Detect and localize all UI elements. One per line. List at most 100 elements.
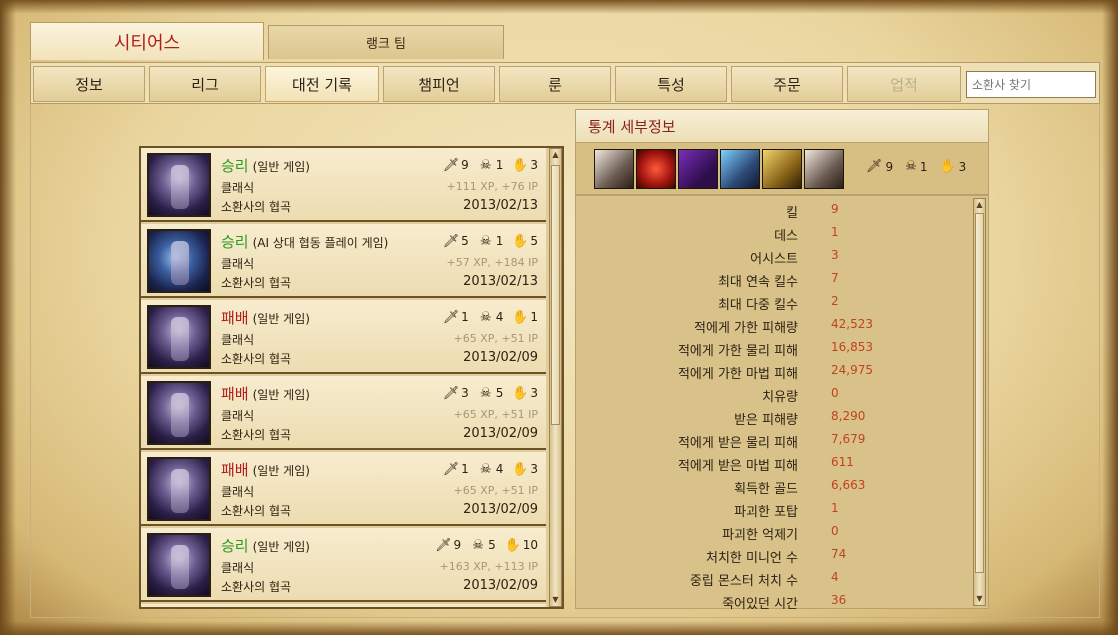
stat-row: 죽어있던 시간 36 (722, 593, 847, 612)
skull-icon: ☠ (479, 309, 492, 325)
match-card-partial[interactable] (141, 604, 546, 607)
nav-spells-button[interactable]: 주문 (731, 66, 843, 102)
champion-portrait (147, 457, 211, 521)
game-type: (일반 게임) (252, 160, 310, 174)
match-card[interactable]: 승리 (AI 상대 협동 플레이 게임) 클래식 소환사의 협곡 🗡 5 ☠ 1 ✋ 5… (141, 224, 546, 298)
game-mode: 클래식 (221, 409, 255, 423)
stat-row: 킬9 (786, 202, 839, 221)
tab-ranked-team[interactable]: 랭크 팀 (268, 25, 504, 59)
stat-row: 획득한 골드 6,663 (734, 478, 866, 497)
hand-icon: ✋ (939, 159, 956, 174)
stat-row: 파괴한 포탑 1 (734, 501, 839, 520)
scroll-thumb[interactable] (551, 165, 560, 425)
skull-icon: ☠ (479, 157, 492, 173)
match-date: 2013/02/09 (463, 426, 538, 441)
map-name: 소환사의 협곡 (221, 504, 292, 518)
item-potion-icon (636, 149, 676, 189)
skull-icon: ☠ (479, 385, 492, 401)
map-name: 소환사의 협곡 (221, 428, 292, 442)
game-mode: 클래식 (221, 561, 255, 575)
rewards: +65 XP, +51 IP (453, 332, 538, 345)
kda: 🗡 9 ☠ 1 ✋ 3 (442, 157, 538, 173)
frame-edge-bottom (0, 621, 1118, 635)
skull-icon: ☠ (905, 159, 917, 174)
frame-edge-right (1102, 0, 1118, 635)
kda: 🗡 1 ☠ 4 ✋ 1 (442, 309, 538, 325)
kda: 🗡 1 ☠ 4 ✋ 3 (442, 461, 538, 477)
sword-icon: 🗡 (866, 159, 883, 174)
hand-icon: ✋ (512, 157, 529, 173)
stat-row: 최대 다중 킬수 2 (717, 294, 839, 313)
skull-icon: ☠ (479, 233, 492, 249)
nav-info-button[interactable]: 정보 (33, 66, 145, 102)
stat-row: 적에게 받은 마법 피해 611 (677, 455, 854, 474)
match-card[interactable]: 승리 (일반 게임) 클래식 소환사의 협곡 🗡 9 ☠ 1 ✋ 3 +111 XP, … (141, 148, 546, 222)
frame-edge-top (0, 0, 1118, 14)
stats-panel-title: 통계 세부정보 (575, 109, 989, 143)
sword-icon: 🗡 (442, 157, 460, 173)
match-date: 2013/02/09 (463, 502, 538, 517)
stat-row: 적에게 가한 피해량 42,523 (694, 317, 873, 336)
match-card[interactable]: 패배 (일반 게임) 클래식 소환사의 협곡 🗡 3 ☠ 5 ✋ 3 +65 XP, +… (141, 376, 546, 450)
nav-runes-button[interactable]: 룬 (499, 66, 611, 102)
nav-achievements-button[interactable]: 업적 (847, 66, 961, 102)
scroll-up-icon[interactable]: ▲ (550, 149, 561, 161)
scroll-down-icon[interactable]: ▼ (550, 594, 561, 606)
scroll-up-icon[interactable]: ▲ (974, 199, 985, 211)
game-type: (일반 게임) (252, 464, 310, 478)
match-result: 승리 (AI 상대 협동 플레이 게임) (221, 233, 389, 251)
rewards: +111 XP, +76 IP (446, 180, 538, 193)
stats-kda: 🗡 9 ☠ 1 ✋ 3 (866, 159, 967, 174)
match-result: 패배 (일반 게임) (221, 461, 310, 479)
match-card[interactable]: 승리 (일반 게임) 클래식 소환사의 협곡 🗡 9 ☠ 5 ✋ 10 +163 XP,… (141, 528, 546, 602)
match-result: 승리 (일반 게임) (221, 537, 310, 555)
hand-icon: ✋ (512, 309, 529, 325)
match-date: 2013/02/09 (463, 578, 538, 593)
stat-row: 적에게 받은 물리 피해 7,679 (677, 432, 866, 451)
match-card[interactable]: 패배 (일반 게임) 클래식 소환사의 협곡 🗡 1 ☠ 4 ✋ 1 +65 XP, +… (141, 300, 546, 374)
match-date: 2013/02/13 (463, 274, 538, 289)
champion-portrait (147, 153, 211, 217)
match-result: 패배 (일반 게임) (221, 309, 310, 327)
item-tome-icon (762, 149, 802, 189)
item-build-row: 🗡 9 ☠ 1 ✋ 3 (575, 143, 989, 195)
hand-icon: ✋ (504, 537, 521, 553)
hand-icon: ✋ (512, 461, 529, 477)
map-name: 소환사의 협곡 (221, 276, 292, 290)
nav-league-button[interactable]: 리그 (149, 66, 261, 102)
match-card[interactable]: 패배 (일반 게임) 클래식 소환사의 협곡 🗡 1 ☠ 4 ✋ 3 +65 XP, +… (141, 452, 546, 526)
game-type: (일반 게임) (252, 312, 310, 326)
sword-icon: 🗡 (435, 537, 452, 553)
stat-row: 데스 1 (774, 225, 839, 244)
nav-masteries-button[interactable]: 특성 (615, 66, 727, 102)
stats-scrollbar[interactable]: ▲ ▼ (973, 198, 986, 606)
nav-champions-button[interactable]: 챔피언 (383, 66, 495, 102)
rewards: +65 XP, +51 IP (453, 408, 538, 421)
match-result: 패배 (일반 게임) (221, 385, 310, 403)
game-mode: 클래식 (221, 181, 255, 195)
stat-row: 적에게 가한 마법 피해 24,975 (677, 363, 873, 382)
champion-portrait (147, 381, 211, 445)
item-armor-icon (804, 149, 844, 189)
match-result: 승리 (일반 게임) (221, 157, 310, 175)
scroll-thumb[interactable] (975, 213, 984, 573)
stat-row: 받은 피해량 8,290 (734, 409, 866, 428)
hand-icon: ✋ (512, 233, 529, 249)
map-name: 소환사의 협곡 (221, 580, 292, 594)
champion-portrait (147, 229, 211, 293)
summoner-search-input[interactable] (966, 71, 1096, 98)
sword-icon: 🗡 (442, 461, 460, 477)
tab-summoner[interactable]: 시티어스 (30, 22, 264, 60)
match-list-scrollbar[interactable]: ▲ ▼ (549, 148, 562, 607)
profile-nav: 정보 리그 대전 기록 챔피언 룬 특성 주문 업적 (30, 62, 1100, 104)
item-staff-icon (678, 149, 718, 189)
stat-row: 어시스트 3 (750, 248, 839, 267)
nav-match-history-button[interactable]: 대전 기록 (265, 66, 379, 102)
sword-icon: 🗡 (442, 309, 460, 325)
champion-portrait (147, 305, 211, 369)
scroll-down-icon[interactable]: ▼ (974, 593, 985, 605)
frame-edge-left (0, 0, 16, 635)
match-date: 2013/02/13 (463, 198, 538, 213)
stat-row: 적에게 가한 물리 피해 16,853 (677, 340, 873, 359)
sword-icon: 🗡 (442, 233, 460, 249)
